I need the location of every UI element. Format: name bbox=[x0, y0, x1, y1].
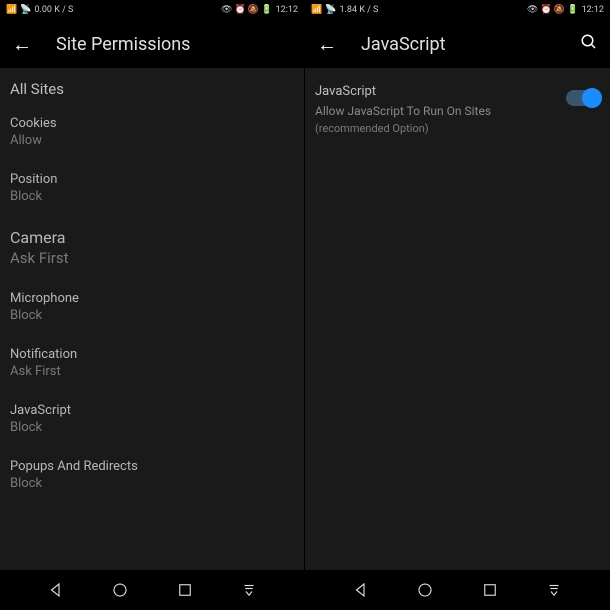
nav-home-button[interactable] bbox=[416, 581, 434, 599]
perm-value: Ask First bbox=[10, 364, 294, 379]
circle-home-icon bbox=[111, 581, 129, 599]
javascript-screen: 📶 📡 1.84 K / S 👁 ⏰ 🔕 🔋 12:12 ← JavaScrip… bbox=[305, 0, 610, 570]
perm-label: Popups And Redirects bbox=[10, 459, 294, 474]
site-permissions-screen: 📶 📡 0.00 K / S 👁 ⏰ 🔕 🔋 12:12 ← Site Perm… bbox=[0, 0, 305, 570]
status-time: 12:12 bbox=[582, 5, 604, 15]
nav-back-button[interactable] bbox=[352, 581, 370, 599]
signal-icon: 📶 bbox=[6, 5, 17, 15]
signal-icon: 📶 bbox=[311, 5, 322, 15]
js-setting-note: (recommended Option) bbox=[315, 122, 556, 135]
js-setting-desc: Allow JavaScript To Run On Sites bbox=[315, 103, 556, 120]
perm-label: Position bbox=[10, 172, 294, 187]
toggle-knob-icon bbox=[582, 88, 602, 108]
javascript-toggle[interactable] bbox=[566, 90, 600, 106]
status-time: 12:12 bbox=[276, 5, 298, 15]
perm-value: Allow bbox=[10, 133, 294, 148]
header: ← JavaScript bbox=[305, 20, 610, 68]
javascript-settings: JavaScript Allow JavaScript To Run On Si… bbox=[305, 68, 610, 570]
nav-recent-button[interactable] bbox=[481, 581, 499, 599]
back-button[interactable]: ← bbox=[317, 32, 337, 57]
js-setting-title: JavaScript bbox=[315, 84, 556, 99]
triangle-back-icon bbox=[47, 581, 65, 599]
javascript-toggle-row[interactable]: JavaScript Allow JavaScript To Run On Si… bbox=[315, 80, 600, 139]
perm-label: Camera bbox=[10, 228, 294, 247]
circle-home-icon bbox=[416, 581, 434, 599]
perm-camera[interactable]: Camera Ask First bbox=[10, 228, 294, 267]
permissions-list: All Sites Cookies Allow Position Block C… bbox=[0, 68, 304, 570]
perm-value: Block bbox=[10, 189, 294, 204]
page-title: JavaScript bbox=[361, 34, 556, 55]
nav-dropdown-button[interactable] bbox=[545, 581, 563, 599]
square-recent-icon bbox=[481, 581, 499, 599]
perm-notification[interactable]: Notification Ask First bbox=[10, 347, 294, 379]
perm-value: Block bbox=[10, 420, 294, 435]
network-speed: 0.00 K / S bbox=[34, 5, 73, 15]
nav-dropdown-button[interactable] bbox=[240, 581, 258, 599]
section-title: All Sites bbox=[10, 80, 294, 98]
perm-label: Microphone bbox=[10, 291, 294, 306]
perm-javascript[interactable]: JavaScript Block bbox=[10, 403, 294, 435]
network-speed: 1.84 K / S bbox=[339, 5, 378, 15]
header: ← Site Permissions bbox=[0, 20, 304, 68]
nav-recent-button[interactable] bbox=[176, 581, 194, 599]
search-icon bbox=[580, 33, 598, 51]
perm-label: Cookies bbox=[10, 116, 294, 131]
wifi-icon: 📡 bbox=[325, 5, 336, 15]
page-title: Site Permissions bbox=[56, 34, 292, 55]
nav-home-button[interactable] bbox=[111, 581, 129, 599]
triangle-back-icon bbox=[352, 581, 370, 599]
perm-popups[interactable]: Popups And Redirects Block bbox=[10, 459, 294, 491]
navigation-bar bbox=[0, 570, 610, 610]
status-icons: 👁 ⏰ 🔕 🔋 bbox=[527, 5, 579, 15]
perm-value: Block bbox=[10, 308, 294, 323]
search-button[interactable] bbox=[580, 33, 598, 56]
status-bar: 📶 📡 0.00 K / S 👁 ⏰ 🔕 🔋 12:12 bbox=[0, 0, 304, 20]
status-bar: 📶 📡 1.84 K / S 👁 ⏰ 🔕 🔋 12:12 bbox=[305, 0, 610, 20]
dropdown-icon bbox=[545, 581, 563, 599]
perm-value: Block bbox=[10, 476, 294, 491]
perm-label: Notification bbox=[10, 347, 294, 362]
dropdown-icon bbox=[240, 581, 258, 599]
status-icons: 👁 ⏰ 🔕 🔋 bbox=[221, 5, 273, 15]
nav-back-button[interactable] bbox=[47, 581, 65, 599]
perm-position[interactable]: Position Block bbox=[10, 172, 294, 204]
wifi-icon: 📡 bbox=[20, 5, 31, 15]
perm-microphone[interactable]: Microphone Block bbox=[10, 291, 294, 323]
back-button[interactable]: ← bbox=[12, 32, 32, 57]
perm-cookies[interactable]: Cookies Allow bbox=[10, 116, 294, 148]
perm-value: Ask First bbox=[10, 249, 294, 267]
perm-label: JavaScript bbox=[10, 403, 294, 418]
square-recent-icon bbox=[176, 581, 194, 599]
